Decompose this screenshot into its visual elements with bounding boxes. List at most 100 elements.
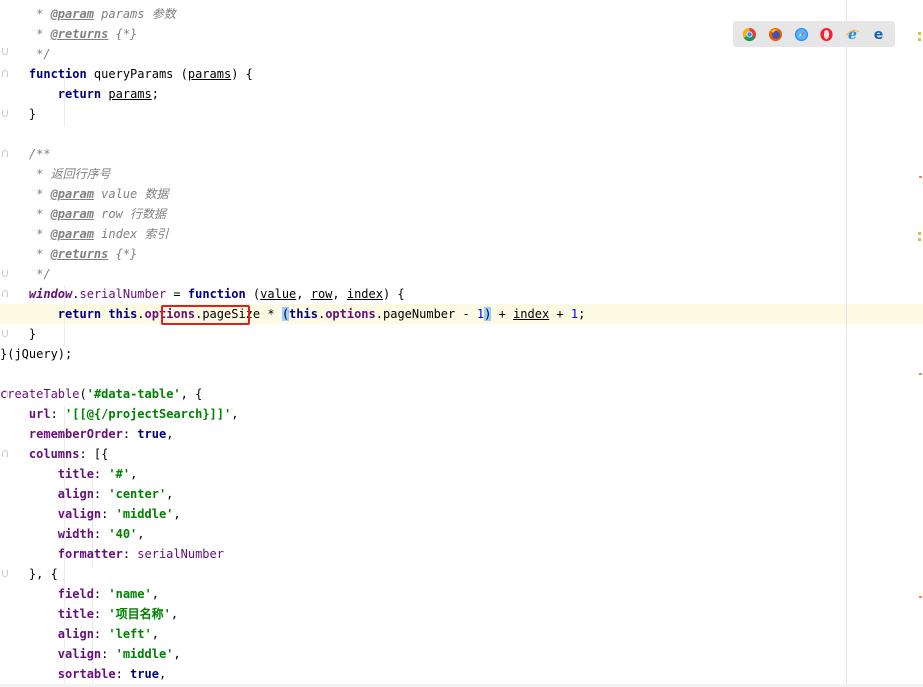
code-token: ( <box>245 287 261 301</box>
code-line[interactable]: * 返回行序号 <box>0 164 846 184</box>
code-token: function <box>28 67 87 81</box>
safari-icon[interactable] <box>794 27 809 42</box>
code-token: . <box>72 287 80 301</box>
code-token: this <box>289 307 318 321</box>
code-token: window <box>28 287 73 301</box>
code-line[interactable]: align: 'center', <box>0 484 846 504</box>
scrollbar-warning-marker[interactable] <box>918 238 921 241</box>
code-line[interactable]: rememberOrder: true, <box>0 424 846 444</box>
code-line[interactable]: return params; <box>0 84 846 104</box>
code-line[interactable]: * @param value 数据 <box>0 184 846 204</box>
code-token: ( <box>281 307 290 321</box>
code-editor[interactable]: * @param params 参数 * @returns {*} */ fun… <box>0 4 846 684</box>
code-line[interactable]: url: '[[@{/projectSearch}]]', <box>0 404 846 424</box>
code-token: formatter <box>57 547 123 561</box>
code-line[interactable]: * @param row 行数据 <box>0 204 846 224</box>
code-token: row <box>310 287 333 301</box>
code-line[interactable]: createTable('#data-table', { <box>0 384 846 404</box>
code-token: options <box>325 307 376 321</box>
code-token: + <box>549 307 571 321</box>
code-token: . <box>137 307 145 321</box>
code-token: : <box>115 667 131 681</box>
code-line[interactable]: * @returns {*} <box>0 24 846 44</box>
code-token: * <box>36 207 51 221</box>
code-token: * <box>36 27 51 41</box>
code-line[interactable]: align: 'left', <box>0 624 846 644</box>
code-token: params <box>108 87 152 101</box>
scrollbar-warning-marker[interactable] <box>918 38 921 41</box>
code-token: , <box>166 487 174 501</box>
code-line[interactable]: } <box>0 104 846 124</box>
browser-preview-toolbar: e e <box>733 21 895 47</box>
code-line[interactable] <box>0 364 846 384</box>
code-token: true <box>130 667 159 681</box>
code-token: , <box>166 427 174 441</box>
code-token: serialNumber <box>137 547 224 561</box>
code-token: return <box>57 307 102 321</box>
code-line[interactable]: columns: [{ <box>0 444 846 464</box>
code-token: , <box>170 607 179 621</box>
scrollbar-error-marker[interactable] <box>919 373 922 375</box>
edge-icon[interactable]: e <box>871 27 886 42</box>
code-token: row 行数据 <box>93 207 167 221</box>
code-line[interactable]: title: '#', <box>0 464 846 484</box>
code-line[interactable]: valign: 'middle', <box>0 504 846 524</box>
code-line[interactable]: sortable: true, <box>0 664 846 684</box>
code-line[interactable]: */ <box>0 264 846 284</box>
code-token: value 数据 <box>93 187 169 201</box>
code-line[interactable]: */ <box>0 44 846 64</box>
code-line[interactable] <box>0 124 846 144</box>
code-token: @returns <box>50 27 109 41</box>
code-token: ) { <box>231 67 253 81</box>
code-token: , <box>296 287 311 301</box>
scrollbar-error-marker[interactable] <box>919 596 922 598</box>
code-line[interactable]: window.serialNumber = function (value, r… <box>0 284 846 304</box>
code-line[interactable]: * @returns {*} <box>0 244 846 264</box>
code-token: queryParams ( <box>86 67 188 81</box>
code-line[interactable]: title: '项目名称', <box>0 604 846 624</box>
code-token: : <box>93 607 109 621</box>
code-token: 'center' <box>108 487 167 501</box>
code-token: , <box>173 647 181 661</box>
svg-text:e: e <box>848 27 857 42</box>
code-token: ; <box>151 87 159 101</box>
code-token: columns <box>28 447 80 461</box>
chrome-icon[interactable] <box>742 27 757 42</box>
code-line[interactable]: * @param params 参数 <box>0 4 846 24</box>
code-line[interactable]: valign: 'middle', <box>0 644 846 664</box>
scrollbar-warning-marker[interactable] <box>918 32 921 35</box>
code-line[interactable]: formatter: serialNumber <box>0 544 846 564</box>
code-line[interactable]: * @param index 索引 <box>0 224 846 244</box>
code-token: }, { <box>0 567 58 581</box>
code-line[interactable]: width: '40', <box>0 524 846 544</box>
code-line[interactable]: } <box>0 324 846 344</box>
opera-icon[interactable] <box>819 27 834 42</box>
code-token: '40' <box>108 527 138 541</box>
code-token: : <box>50 407 66 421</box>
code-line[interactable]: }, { <box>0 564 846 584</box>
code-token: valign <box>57 507 102 521</box>
firefox-icon[interactable] <box>768 27 783 42</box>
code-line[interactable]: }(jQuery); <box>0 344 846 364</box>
code-token: align <box>57 487 94 501</box>
code-token: : <box>122 547 138 561</box>
code-line[interactable]: field: 'name', <box>0 584 846 604</box>
scrollbar-warning-marker[interactable] <box>918 232 921 235</box>
code-token: = <box>166 287 188 301</box>
code-token: : <box>93 627 109 641</box>
code-token: params 参数 <box>93 7 176 21</box>
code-line[interactable]: function queryParams (params) { <box>0 64 846 84</box>
scrollbar-error-marker[interactable] <box>919 176 922 178</box>
ie-icon[interactable]: e <box>845 27 860 42</box>
code-line[interactable]: return this.options.pageSize * (this.opt… <box>0 304 846 324</box>
code-token: params <box>187 67 232 81</box>
code-line[interactable]: /** <box>0 144 846 164</box>
code-token: .pageNumber - <box>375 307 477 321</box>
